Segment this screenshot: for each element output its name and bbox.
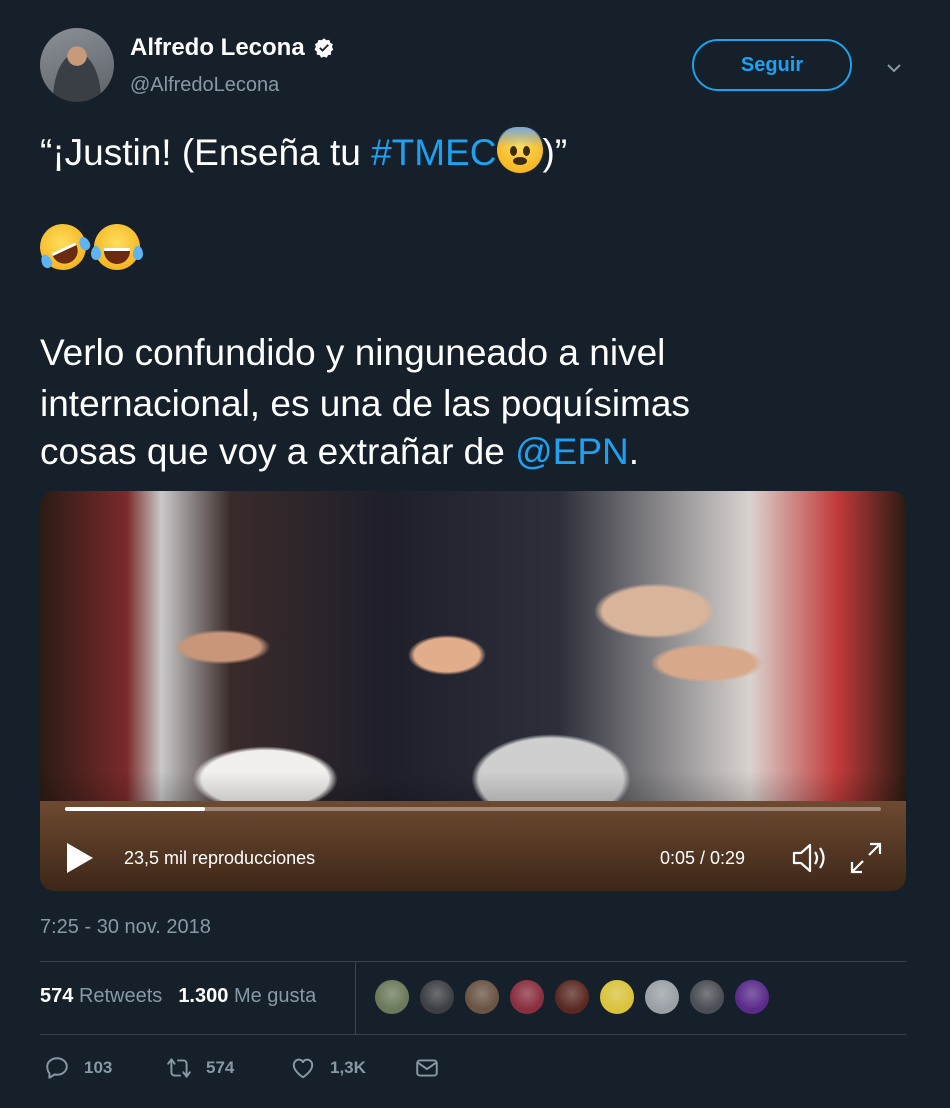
liker-avatar[interactable]: [598, 978, 636, 1016]
video-time: 0:05 / 0:29: [660, 848, 746, 868]
stats-divider: [355, 962, 356, 1034]
tweet-emoji-line: [32, 216, 143, 278]
likes-stat[interactable]: 1.300 Me gusta: [178, 985, 316, 1008]
retweets-label: Retweets: [78, 985, 163, 1007]
author-avatar[interactable]: [40, 28, 114, 102]
author-name-text: Alfredo Lecona: [130, 34, 305, 61]
reply-icon: [46, 1057, 68, 1079]
tweet-stats: 574 Retweets 1.300 Me gusta: [40, 985, 316, 1008]
volume-icon[interactable]: [790, 840, 830, 876]
play-icon[interactable]: [65, 841, 95, 875]
tweet-text-segment: .: [628, 431, 640, 472]
tweet-text-segment: )”: [542, 132, 568, 173]
like-count: 1,3K: [330, 1058, 366, 1077]
author-handle[interactable]: @AlfredoLecona: [130, 74, 279, 97]
liker-avatar[interactable]: [463, 978, 501, 1016]
retweets-count: 574: [40, 985, 74, 1007]
tweet-actions: 103 574 1,3K: [44, 1055, 440, 1081]
fullscreen-icon[interactable]: [848, 840, 884, 876]
tweet-text-segment: cosas que voy a extrañar de: [40, 431, 516, 472]
like-button[interactable]: 1,3K: [290, 1055, 414, 1081]
video-views: 23,5 mil reproducciones: [124, 848, 316, 868]
liker-avatar[interactable]: [688, 978, 726, 1016]
divider: [40, 961, 906, 962]
envelope-icon: [416, 1059, 438, 1077]
follow-button[interactable]: Seguir: [692, 39, 852, 91]
liker-avatar[interactable]: [373, 978, 411, 1016]
hashtag-link[interactable]: #TMEC: [371, 132, 496, 173]
video-progress-fill: [65, 807, 206, 811]
liker-avatars: [373, 978, 771, 1016]
retweet-count: 574: [206, 1058, 235, 1077]
liker-avatar[interactable]: [553, 978, 591, 1016]
tweet-text-line-1: “¡Justin! (Enseña tu #TMEC )”: [40, 127, 567, 179]
heart-icon: [292, 1058, 314, 1079]
likes-label: Me gusta: [233, 985, 317, 1007]
liker-avatar[interactable]: [733, 978, 771, 1016]
tears-of-joy-emoji-icon: [91, 224, 143, 270]
tweet-text-line-3: internacional, es una de las poquísimas: [40, 383, 690, 424]
tweet-text-line-4: cosas que voy a extrañar de @EPN.: [40, 426, 639, 478]
worried-face-emoji-icon: [496, 127, 543, 173]
reply-count: 103: [84, 1058, 113, 1077]
likes-count: 1.300: [178, 985, 229, 1007]
retweet-button[interactable]: 574: [166, 1055, 290, 1081]
divider: [40, 1034, 906, 1035]
author-name[interactable]: Alfredo Lecona: [130, 34, 335, 62]
chevron-down-icon[interactable]: [884, 58, 904, 78]
liker-avatar[interactable]: [508, 978, 546, 1016]
mention-link[interactable]: @EPN: [515, 431, 629, 472]
direct-message-button[interactable]: [414, 1055, 440, 1081]
retweet-icon: [167, 1058, 191, 1078]
verified-badge-icon: [314, 38, 333, 58]
video-frame-desk: [40, 801, 906, 891]
retweets-stat[interactable]: 574 Retweets: [40, 985, 162, 1008]
video-player[interactable]: 23,5 mil reproducciones 0:05 / 0:29: [40, 491, 906, 891]
tweet-text-line-2: Verlo confundido y ninguneado a nivel: [40, 332, 666, 373]
rolling-laughing-emoji-icon: [32, 216, 94, 278]
tweet-text-segment: “¡Justin! (Enseña tu: [40, 132, 372, 173]
liker-avatar[interactable]: [643, 978, 681, 1016]
tweet-timestamp[interactable]: 7:25 - 30 nov. 2018: [40, 916, 211, 939]
reply-button[interactable]: 103: [44, 1055, 166, 1081]
liker-avatar[interactable]: [418, 978, 456, 1016]
